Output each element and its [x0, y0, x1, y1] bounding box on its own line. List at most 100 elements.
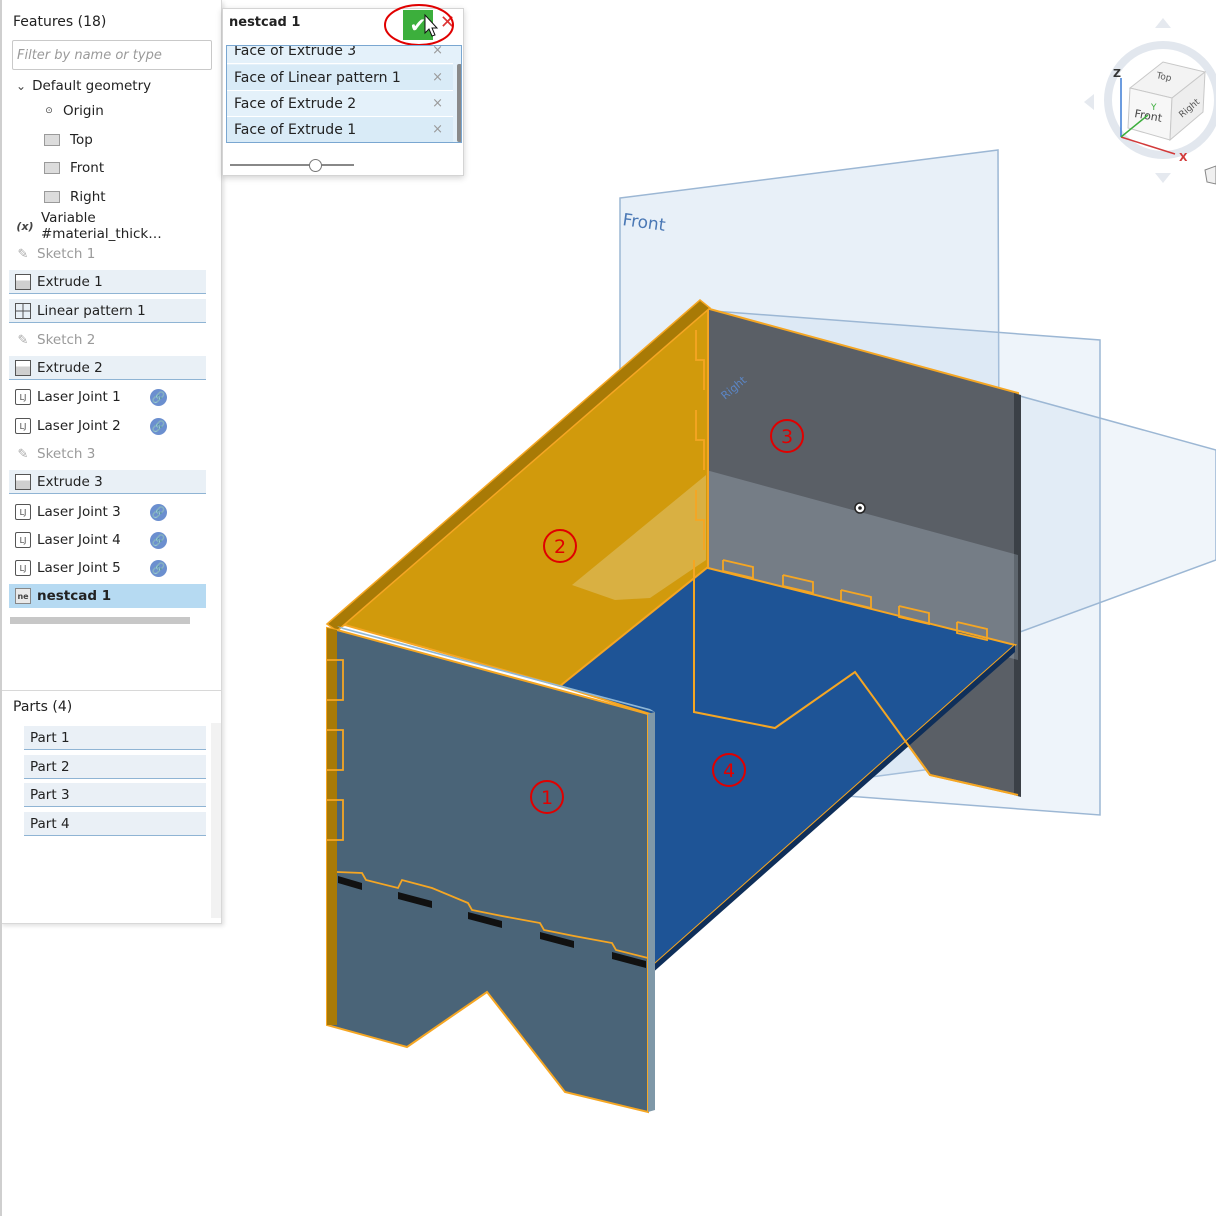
link-icon[interactable]: 🔗 — [150, 417, 167, 435]
tree-item-laser-joint-2[interactable]: LJ Laser Joint 2 🔗 — [9, 414, 206, 438]
view-cube-menu-icon[interactable] — [1204, 165, 1216, 185]
tree-item-label: Extrude 2 — [37, 359, 103, 376]
tree-item-label: Front — [70, 160, 105, 176]
tree-item-label: Laser Joint 5 — [37, 560, 121, 576]
selection-list[interactable]: Face of Extrude 3 × Face of Linear patte… — [226, 45, 462, 143]
view-cube-down-arrow-icon[interactable] — [1155, 173, 1171, 183]
tree-item-label: Extrude 3 — [37, 473, 103, 490]
svg-text:Y: Y — [1150, 103, 1157, 113]
svg-text:X: X — [1179, 151, 1188, 164]
view-cube-left-arrow-icon[interactable] — [1084, 94, 1094, 110]
tree-item-right[interactable]: Right — [41, 185, 206, 209]
view-cube-up-arrow-icon[interactable] — [1155, 18, 1171, 28]
parts-list-title: Parts (4) — [13, 699, 73, 715]
laser-joint-icon: LJ — [15, 389, 31, 405]
svg-text:1: 1 — [541, 787, 553, 809]
tree-item-label: Variable #material_thick… — [41, 210, 162, 242]
selection-item[interactable]: Face of Extrude 1 × — [227, 117, 453, 142]
link-icon[interactable]: 🔗 — [150, 531, 167, 549]
variable-icon: (x) — [16, 219, 34, 233]
view-cube[interactable]: Top Front Right Z X Y — [1084, 18, 1216, 185]
remove-icon[interactable]: × — [432, 96, 443, 111]
tree-item-label: Linear pattern 1 — [37, 302, 146, 319]
part-list-item[interactable]: Part 2 — [24, 755, 206, 779]
tree-item-sketch-3[interactable]: ✎ Sketch 3 — [9, 442, 206, 466]
selection-item[interactable]: Face of Extrude 2 × — [227, 91, 453, 117]
tree-item-label: Extrude 1 — [37, 273, 103, 290]
sketch-icon: ✎ — [17, 446, 29, 462]
mouse-cursor-icon — [424, 13, 439, 37]
link-icon[interactable]: 🔗 — [150, 503, 167, 521]
origin-icon: ⊙ — [45, 106, 53, 116]
selection-item[interactable]: Face of Linear pattern 1 × — [227, 65, 453, 91]
selection-label: Face of Linear pattern 1 — [234, 69, 401, 86]
tree-item-laser-joint-3[interactable]: LJ Laser Joint 3 🔗 — [9, 500, 206, 524]
extrude-icon — [15, 473, 31, 490]
svg-text:Z: Z — [1113, 67, 1121, 80]
remove-icon[interactable]: × — [432, 70, 443, 85]
opacity-slider-thumb[interactable] — [309, 159, 322, 172]
laser-joint-icon: LJ — [15, 560, 31, 576]
tree-item-sketch-2[interactable]: ✎ Sketch 2 — [9, 328, 206, 352]
tree-item-laser-joint-5[interactable]: LJ Laser Joint 5 🔗 — [9, 556, 206, 580]
tree-item-extrude-2[interactable]: Extrude 2 — [9, 356, 206, 380]
tree-item-label: Right — [70, 189, 106, 205]
remove-icon[interactable]: × — [432, 122, 443, 137]
svg-text:2: 2 — [554, 536, 566, 558]
tree-item-laser-joint-4[interactable]: LJ Laser Joint 4 🔗 — [9, 528, 206, 552]
tree-item-label: Laser Joint 4 — [37, 532, 121, 548]
feature-tree-panel: Features (18) ⌄ Default geometry ⊙ Origi… — [0, 0, 222, 1216]
nestcad-icon: ne — [15, 588, 31, 604]
tree-item-laser-joint-1[interactable]: LJ Laser Joint 1 🔗 — [9, 385, 206, 409]
linear-pattern-icon — [15, 302, 31, 319]
part-1-panel[interactable] — [326, 626, 649, 1114]
tree-item-label: Laser Joint 2 — [37, 418, 121, 434]
remove-icon[interactable]: × — [432, 46, 443, 58]
tree-item-sketch-1[interactable]: ✎ Sketch 1 — [9, 242, 206, 266]
plane-icon — [44, 191, 60, 203]
tree-item-label: Top — [70, 132, 93, 148]
tree-item-origin[interactable]: ⊙ Origin — [41, 99, 206, 123]
part-list-item[interactable]: Part 1 — [24, 726, 206, 750]
plane-icon — [44, 134, 60, 146]
tree-item-variable[interactable]: (x) Variable #material_thick… — [9, 210, 206, 242]
laser-joint-icon: LJ — [15, 418, 31, 434]
part-1-edge — [648, 712, 655, 1112]
selection-label: Face of Extrude 1 — [234, 121, 357, 138]
part-list-item[interactable]: Part 3 — [24, 783, 206, 807]
svg-text:3: 3 — [781, 426, 793, 448]
tree-item-label: Sketch 2 — [37, 332, 96, 348]
selection-label: Face of Extrude 3 — [234, 45, 357, 59]
part-1-left-edge — [327, 628, 337, 1025]
feature-tree-title: Features (18) — [13, 14, 107, 30]
selection-item[interactable]: Face of Extrude 3 × — [227, 45, 453, 64]
selection-list-scrollbar[interactable] — [457, 64, 461, 142]
default-geometry-group[interactable]: ⌄ Default geometry — [16, 74, 213, 98]
part-list-item[interactable]: Part 4 — [24, 812, 206, 836]
default-geometry-label: Default geometry — [32, 78, 152, 94]
tree-item-label: Origin — [63, 103, 104, 119]
tree-item-top[interactable]: Top — [41, 128, 206, 152]
feature-dialog: nestcad 1 ✔ ✕ Face of Extrude 3 × Face o… — [222, 4, 464, 176]
tree-item-linear-pattern-1[interactable]: Linear pattern 1 — [9, 299, 206, 323]
tree-item-extrude-1[interactable]: Extrude 1 — [9, 270, 206, 294]
tree-item-label: Laser Joint 3 — [37, 504, 121, 520]
opacity-slider-track[interactable] — [230, 164, 354, 166]
selection-label: Face of Extrude 2 — [234, 95, 357, 112]
plane-icon — [44, 162, 60, 174]
tree-item-front[interactable]: Front — [41, 156, 206, 180]
tree-item-label: Sketch 3 — [37, 446, 96, 462]
svg-text:4: 4 — [723, 760, 735, 782]
laser-joint-icon: LJ — [15, 532, 31, 548]
tree-item-nestcad-1[interactable]: ne nestcad 1 — [9, 584, 206, 608]
chevron-down-icon[interactable]: ⌄ — [16, 79, 26, 93]
link-icon[interactable]: 🔗 — [150, 388, 167, 406]
tree-item-extrude-3[interactable]: Extrude 3 — [9, 470, 206, 494]
feature-filter-input[interactable] — [12, 40, 212, 70]
sketch-icon: ✎ — [17, 246, 29, 262]
tree-horizontal-scrollbar[interactable] — [10, 617, 190, 624]
laser-joint-icon: LJ — [15, 504, 31, 520]
tree-item-label: Laser Joint 1 — [37, 389, 121, 405]
link-icon[interactable]: 🔗 — [150, 559, 167, 577]
parts-scrollbar[interactable] — [211, 723, 221, 918]
